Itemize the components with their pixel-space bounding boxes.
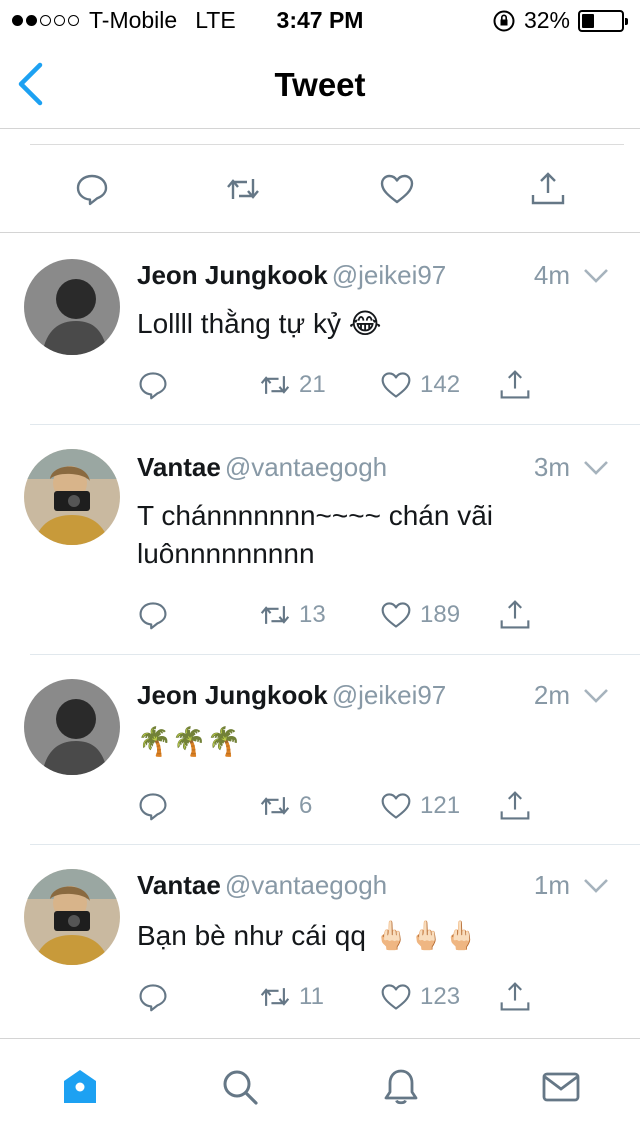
nav-bar: Tweet bbox=[0, 40, 640, 129]
author-handle: @vantaegogh bbox=[224, 870, 388, 900]
author-handle: @vantaegogh bbox=[224, 452, 388, 482]
retweet-count: 21 bbox=[299, 371, 326, 398]
retweet-icon bbox=[260, 988, 290, 1006]
reply-icon[interactable] bbox=[74, 171, 110, 207]
retweet-count: 6 bbox=[299, 792, 313, 819]
like-button[interactable]: 121 bbox=[380, 788, 460, 824]
page-title: Tweet bbox=[274, 66, 366, 103]
author-name[interactable]: Jeon Jungkook bbox=[137, 260, 328, 290]
tweet-time: 4m bbox=[533, 260, 570, 290]
like-count: 121 bbox=[420, 792, 461, 819]
tweet-time: 2m bbox=[533, 680, 570, 710]
retweet-button[interactable]: 11 bbox=[259, 979, 324, 1015]
reply-tweet[interactable]: Jeon Jungkook @jeikei97 2m 🌴🌴🌴 6 121 bbox=[0, 655, 640, 844]
share-icon bbox=[500, 791, 530, 820]
like-button[interactable]: 142 bbox=[380, 367, 460, 403]
retweet-count: 13 bbox=[299, 601, 326, 628]
reply-tweet[interactable]: Vantae @vantaegogh 3m T chánnnnnnn~~~~ ch… bbox=[0, 425, 640, 654]
tweet-text: Lollll thằng tự kỷ 😂 bbox=[137, 308, 382, 339]
status-bar: T-Mobile LTE 3:47 PM 32% bbox=[0, 0, 640, 40]
reply-button[interactable] bbox=[137, 367, 169, 403]
tweet-action-bar bbox=[30, 144, 624, 232]
tab-bar bbox=[0, 1038, 640, 1136]
share-button[interactable] bbox=[499, 788, 531, 824]
tweet-time: 1m bbox=[533, 870, 570, 900]
heart-icon bbox=[381, 372, 411, 398]
chevron-down-icon[interactable] bbox=[582, 264, 610, 288]
like-count: 189 bbox=[420, 601, 461, 628]
avatar[interactable] bbox=[24, 679, 120, 775]
retweet-button[interactable]: 21 bbox=[259, 367, 326, 403]
share-button[interactable] bbox=[499, 597, 531, 633]
reply-icon bbox=[139, 372, 167, 400]
author-name[interactable]: Vantae bbox=[137, 452, 221, 482]
tweet-text: T chánnnnnnn~~~~ chán vãi luônnnnnnnnn bbox=[137, 500, 494, 569]
chevron-down-icon[interactable] bbox=[582, 874, 610, 898]
reply-tweet[interactable]: Vantae @vantaegogh 1m Bạn bè như cái qq 🖕… bbox=[0, 845, 640, 1037]
share-button[interactable] bbox=[499, 979, 531, 1015]
tweet-time: 3m bbox=[533, 452, 570, 482]
like-button[interactable]: 189 bbox=[380, 597, 460, 633]
heart-icon bbox=[381, 793, 411, 819]
messages-icon[interactable] bbox=[541, 1067, 581, 1107]
author-name[interactable]: Vantae bbox=[137, 870, 221, 900]
tweet-text: 🌴🌴🌴 bbox=[137, 726, 242, 757]
share-button[interactable] bbox=[499, 367, 531, 403]
reply-button[interactable] bbox=[137, 979, 169, 1015]
retweet-icon bbox=[260, 606, 290, 624]
author-handle: @jeikei97 bbox=[331, 260, 447, 290]
battery-icon bbox=[578, 9, 628, 32]
share-icon bbox=[500, 982, 530, 1011]
reply-button[interactable] bbox=[137, 788, 169, 824]
orientation-lock-icon bbox=[493, 10, 515, 31]
reply-button[interactable] bbox=[137, 597, 169, 633]
notifications-icon[interactable] bbox=[381, 1067, 421, 1107]
chevron-down-icon[interactable] bbox=[582, 684, 610, 708]
heart-icon bbox=[381, 602, 411, 628]
avatar[interactable] bbox=[24, 449, 120, 545]
reply-icon bbox=[139, 602, 167, 630]
retweet-count: 11 bbox=[299, 983, 324, 1010]
reply-icon bbox=[139, 984, 167, 1012]
reply-icon bbox=[139, 793, 167, 821]
like-count: 123 bbox=[420, 983, 461, 1010]
avatar[interactable] bbox=[24, 259, 120, 355]
home-icon[interactable] bbox=[60, 1067, 100, 1107]
retweet-icon bbox=[260, 376, 290, 394]
reply-tweet[interactable]: Jeon Jungkook @jeikei97 4m Lollll thằng t… bbox=[0, 233, 640, 424]
heart-icon[interactable] bbox=[379, 171, 415, 207]
share-icon bbox=[500, 370, 530, 399]
retweet-button[interactable]: 13 bbox=[259, 597, 326, 633]
search-icon[interactable] bbox=[220, 1067, 260, 1107]
retweet-icon[interactable] bbox=[225, 171, 261, 207]
chevron-down-icon[interactable] bbox=[582, 456, 610, 480]
avatar[interactable] bbox=[24, 869, 120, 965]
retweet-icon bbox=[260, 797, 290, 815]
share-icon bbox=[500, 600, 530, 629]
share-icon[interactable] bbox=[530, 171, 566, 207]
author-handle: @jeikei97 bbox=[331, 680, 447, 710]
tweet-text: Bạn bè như cái qq 🖕🏻🖕🏻🖕🏻 bbox=[137, 920, 479, 951]
like-button[interactable]: 123 bbox=[380, 979, 460, 1015]
like-count: 142 bbox=[420, 371, 461, 398]
battery-percent: 32% bbox=[523, 7, 570, 33]
author-name[interactable]: Jeon Jungkook bbox=[137, 680, 328, 710]
heart-icon bbox=[381, 984, 411, 1010]
retweet-button[interactable]: 6 bbox=[259, 788, 312, 824]
